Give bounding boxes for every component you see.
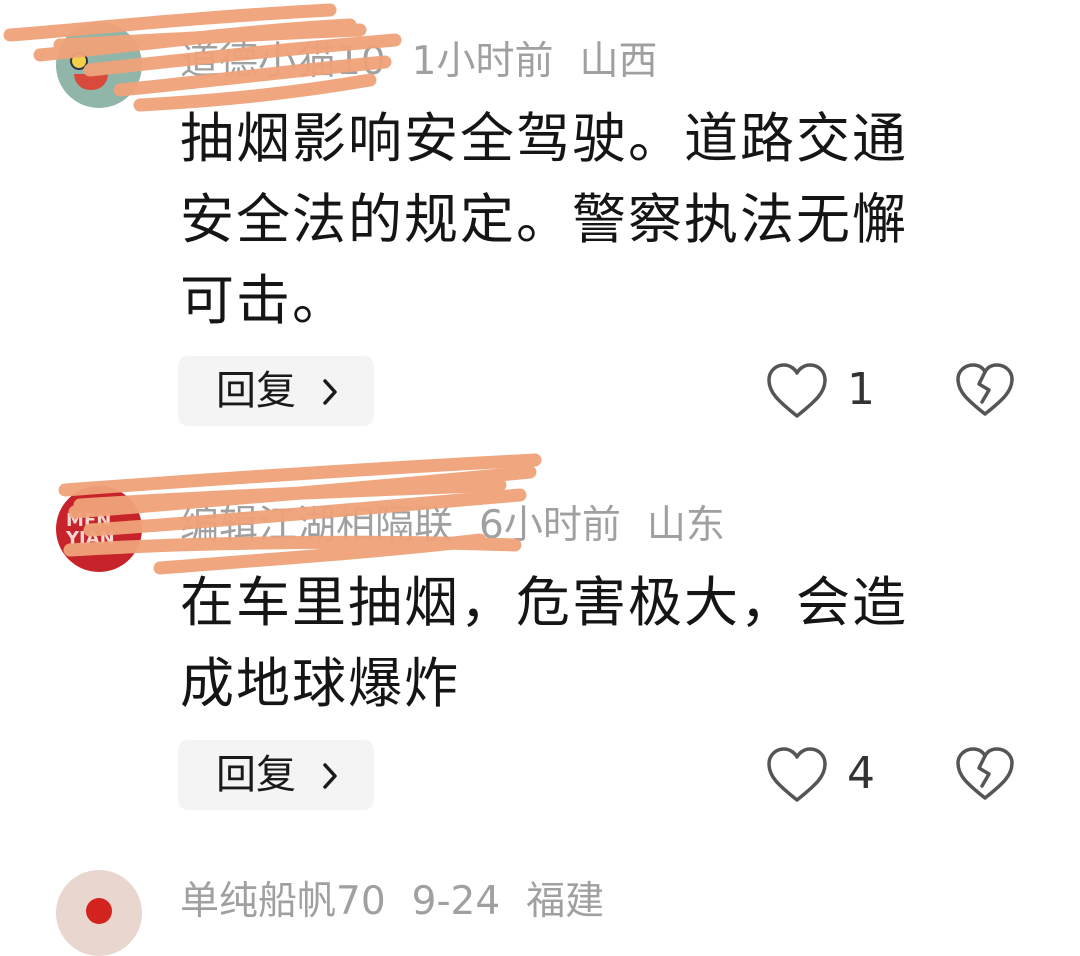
like-button[interactable]: 1 [765, 362, 885, 422]
reply-label: 回复 [216, 368, 296, 414]
comment-meta: 编辑江湖相隔联 6小时前 山东 [180, 494, 751, 550]
dislike-button[interactable] [955, 362, 1015, 422]
like-count: 1 [847, 364, 875, 415]
heart-outline-icon [767, 363, 827, 418]
like-button[interactable]: 4 [765, 746, 885, 806]
dislike-button[interactable] [955, 746, 1015, 806]
reply-button[interactable]: 回复 [178, 740, 374, 810]
username[interactable]: 道德小猫10 [180, 39, 386, 84]
comment-time: 6小时前 [479, 503, 621, 548]
chevron-right-icon [323, 763, 337, 789]
broken-heart-icon [956, 747, 1014, 800]
heart-outline-icon [767, 747, 827, 802]
broken-heart-icon [956, 363, 1014, 416]
comment-location: 山东 [646, 503, 725, 548]
comment-time: 1小时前 [411, 39, 554, 84]
reply-button[interactable]: 回复 [178, 356, 374, 426]
comment-meta: 单纯船帆70 9-24 福建 [180, 870, 630, 926]
like-count: 4 [847, 748, 875, 799]
comment-location: 福建 [526, 879, 605, 924]
comment-meta: 道德小猫10 1小时前 山西 [180, 30, 683, 86]
comment-time: 9-24 [411, 879, 501, 924]
avatar[interactable]: MEN YIAN [56, 486, 142, 572]
username[interactable]: 编辑江湖相隔联 [180, 503, 453, 548]
avatar[interactable] [56, 870, 142, 956]
avatar[interactable] [56, 22, 142, 108]
username[interactable]: 单纯船帆70 [180, 879, 386, 924]
chevron-right-icon [323, 379, 337, 405]
comment-text: 抽烟影响安全驾驶。道路交通 安全法的规定。警察执法无懈 可击。 [180, 107, 908, 332]
comment-text: 在车里抽烟，危害极大，会造 成地球爆炸 [180, 571, 908, 715]
reply-label: 回复 [216, 752, 296, 798]
comment-location: 山西 [579, 39, 658, 84]
